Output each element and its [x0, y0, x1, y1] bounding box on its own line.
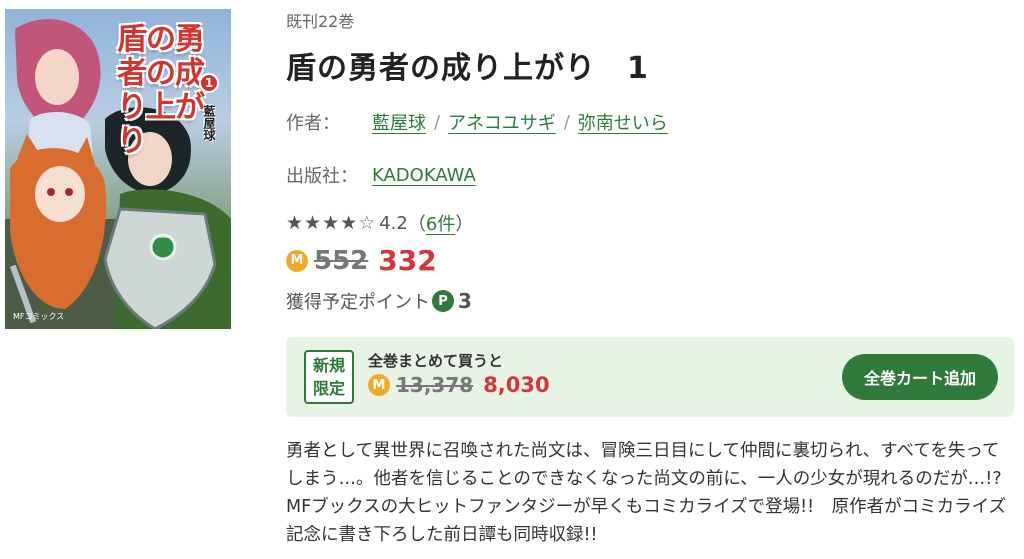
series-count: 既刊22巻 [286, 12, 355, 31]
book-description: 勇者として異世界に召喚された尚文は、冒険三日目にして仲間に裏切られ、すべてを失っ… [286, 441, 1020, 545]
original-price: 552 [314, 245, 369, 276]
rating-row: ★ ★ ★ ★ ☆ 4.2 （ 6件 ） [286, 210, 473, 236]
review-count-link[interactable]: 6件 [426, 210, 455, 236]
bundle-sale-price: 8,030 [483, 373, 550, 397]
star-filled-icon: ★ [322, 211, 340, 234]
author-row: 作者： 藍屋球 / アネコユサギ / 弥南せいら [286, 109, 668, 135]
badge-line-1: 新規 [312, 356, 345, 375]
author-link-3[interactable]: 弥南せいら [578, 109, 668, 135]
page-title: 盾の勇者の成り上がり 1 [286, 51, 649, 86]
rating-value: 4.2 [379, 212, 408, 234]
bundle-price: M 13,378 8,030 [368, 373, 550, 397]
publisher-row: 出版社： KADOKAWA [286, 162, 476, 188]
points-row: 獲得予定ポイント P 3 [286, 288, 472, 314]
star-filled-icon: ★ [304, 211, 322, 234]
cover-image[interactable]: 盾の勇者の成り上がり 1 藍屋球 MFコミックス [5, 9, 231, 329]
add-all-to-cart-button[interactable]: 全巻カート追加 [842, 354, 998, 400]
author-link-1[interactable]: 藍屋球 [372, 109, 426, 135]
star-filled-icon: ★ [286, 211, 304, 234]
bundle-original-price: 13,378 [396, 373, 474, 397]
points-icon: P [432, 290, 454, 312]
bundle-label: 全巻まとめて買うと [368, 352, 504, 370]
star-empty-icon: ☆ [358, 211, 376, 234]
author-label: 作者： [286, 113, 340, 134]
author-link-2[interactable]: アネコユサギ [448, 109, 556, 135]
sale-price: 332 [378, 244, 437, 277]
cover-volume-badge: 1 [199, 73, 219, 93]
rating-open-paren: （ [407, 214, 426, 235]
rating-stars: ★ ★ ★ ★ ☆ [286, 211, 376, 234]
points-label: 獲得予定ポイント [286, 292, 430, 313]
star-filled-icon: ★ [340, 211, 358, 234]
badge-line-2: 限定 [312, 379, 345, 398]
cover-imprint-logo: MFコミックス [13, 312, 65, 321]
cover-author: 藍屋球 [202, 105, 216, 141]
publisher-label: 出版社： [286, 166, 358, 187]
points-value: 3 [458, 289, 472, 313]
price-row: M 552 332 [286, 244, 437, 277]
author-separator: / [563, 111, 570, 133]
coin-icon: M [286, 249, 308, 272]
new-limited-badge: 新規 限定 [304, 350, 354, 404]
bundle-offer: 新規 限定 全巻まとめて買うと M 13,378 8,030 全巻カート追加 [286, 337, 1014, 417]
publisher-link[interactable]: KADOKAWA [372, 165, 476, 186]
coin-icon: M [368, 374, 390, 396]
author-separator: / [434, 111, 441, 133]
product-page: 盾の勇者の成り上がり 1 藍屋球 MFコミックス 既刊22巻 盾の勇者の成り上が… [0, 0, 1024, 559]
rating-close-paren: ） [455, 214, 474, 235]
